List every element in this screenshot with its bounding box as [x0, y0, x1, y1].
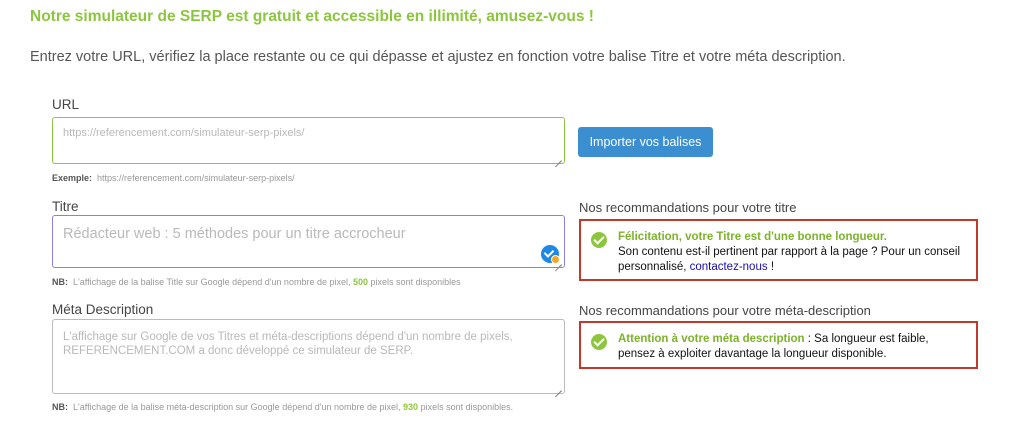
meta-reco-heading: Nos recommandations pour votre méta-desc… [579, 303, 871, 318]
check-circle-icon [591, 334, 607, 350]
meta-description-input[interactable]: L'affichage sur Google de vos Titres et … [52, 319, 565, 394]
resize-grip-icon[interactable] [554, 383, 562, 391]
intro-text: Entrez votre URL, vérifiez la place rest… [30, 49, 846, 65]
meta-note-tail: pixels sont disponibles. [420, 402, 514, 412]
title-note-text: L'affichage de la balise Title sur Googl… [73, 277, 351, 287]
resize-grip-icon[interactable] [554, 153, 562, 161]
title-note-label: NB: [52, 277, 68, 287]
url-placeholder: https://referencement.com/simulateur-ser… [63, 127, 305, 139]
url-label: URL [52, 97, 80, 112]
meta-description-label: Méta Description [52, 302, 154, 317]
title-reco-box: Félicitation, votre Titre est d'une bonn… [579, 219, 978, 281]
url-example-label: Exemple: [52, 173, 93, 183]
contact-link[interactable]: contactez-nous [690, 261, 768, 273]
resize-grip-icon[interactable] [554, 257, 562, 265]
meta-reco-line2: pensez à exploiter davantage la longueur… [618, 348, 887, 360]
title-reco-line3-text: personnalisé, [618, 261, 687, 273]
title-label: Titre [52, 199, 79, 214]
title-reco-line2: Son contenu est-il pertinent par rapport… [618, 246, 961, 258]
meta-reco-box: Attention à votre méta description : Sa … [579, 321, 978, 369]
meta-placeholder-line2: REFERENCEMENT.COM a donc développé ce si… [63, 345, 414, 357]
title-reco-line3: personnalisé, contactez-nous ! [618, 260, 970, 275]
meta-note: NB: L'affichage de la balise méta-descri… [52, 402, 513, 412]
meta-pixel-count: 930 [403, 402, 419, 412]
check-circle-icon [591, 232, 607, 248]
title-reco-heading: Nos recommandations pour votre titre [579, 200, 797, 215]
title-note: NB: L'affichage de la balise Title sur G… [52, 277, 461, 287]
page-headline: Notre simulateur de SERP est gratuit et … [30, 8, 594, 25]
title-reco-highlight: Félicitation, votre Titre est d'une bonn… [618, 231, 887, 243]
url-input[interactable]: https://referencement.com/simulateur-ser… [52, 117, 565, 164]
url-example: Exemple: https://referencement.com/simul… [52, 173, 295, 183]
meta-note-text: L'affichage de la balise méta-descriptio… [73, 402, 401, 412]
meta-note-label: NB: [52, 402, 68, 412]
import-tags-button[interactable]: Importer vos balises [578, 127, 713, 157]
url-example-value: https://referencement.com/simulateur-ser… [97, 173, 295, 183]
title-placeholder: Rédacteur web : 5 méthodes pour un titre… [63, 226, 406, 242]
meta-reco-line1-rest: : Sa longueur est faible, [807, 333, 929, 345]
meta-description-placeholder: L'affichage sur Google de vos Titres et … [63, 330, 513, 358]
title-pixel-count: 500 [353, 277, 369, 287]
meta-placeholder-line1: L'affichage sur Google de vos Titres et … [63, 331, 513, 343]
title-reco-line3-end: ! [770, 261, 775, 273]
meta-reco-line1: Attention à votre méta description : Sa … [618, 332, 970, 347]
title-note-tail: pixels sont disponibles [370, 277, 461, 287]
title-input[interactable]: Rédacteur web : 5 méthodes pour un titre… [52, 215, 565, 268]
meta-reco-highlight: Attention à votre méta description [618, 333, 805, 345]
